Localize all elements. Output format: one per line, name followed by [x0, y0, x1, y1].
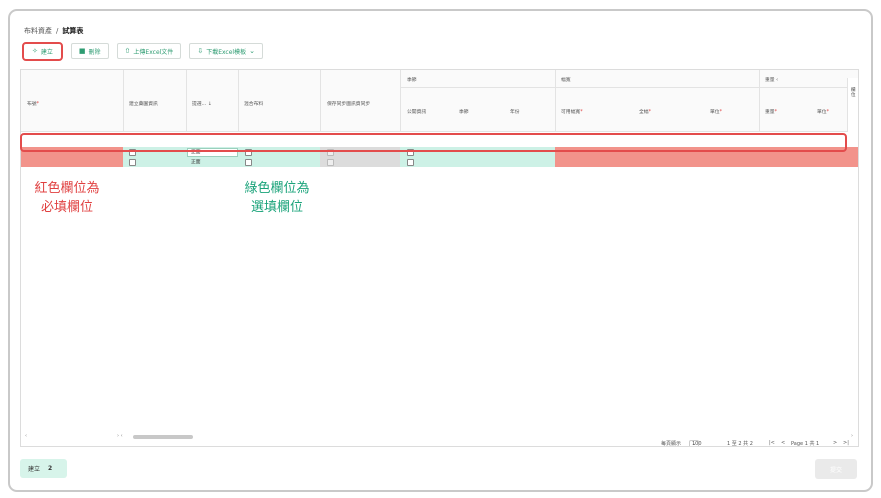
col-full-width[interactable]: 全幅*	[639, 108, 651, 115]
group-season: 季節	[407, 78, 417, 83]
sync-checkbox	[327, 159, 334, 166]
chevron-left-icon: ‹	[776, 78, 779, 83]
trash-icon: ■	[78, 46, 86, 55]
col-build-db[interactable]: 建立藥園資訊	[129, 100, 158, 107]
prev-page-icon[interactable]: <	[781, 440, 785, 446]
col-mixed[interactable]: 混合布料	[244, 100, 263, 107]
toolbar: ✧ 建立 ■ 刪除 ⇧ 上傳Excel文件 ⇩ 下載Excel模板 ⌄	[22, 41, 263, 61]
scroll-handle-icon: › ‹	[117, 433, 123, 439]
per-page-value: 100	[692, 441, 702, 447]
download-button-label: 下載Excel模板	[206, 48, 247, 56]
per-page-select[interactable]: 100 ⌄	[689, 440, 702, 447]
col-usable-width[interactable]: 可用幅寬*	[561, 108, 583, 115]
pagination: 每頁顯示 100 ⌄ 1 至 2 共 2 |< < Page 1 共 1 > >…	[21, 440, 858, 447]
group-weight[interactable]: 重量 ‹	[765, 76, 778, 83]
status-badge: 建立 2	[20, 459, 67, 478]
optional-fields-annotation: 綠色欄位為 選填欄位	[232, 179, 322, 217]
col-full-width-label: 全幅	[639, 110, 649, 115]
required-annotation-text: 紅色欄位為 必填欄位	[34, 181, 100, 215]
col-year[interactable]: 年份	[510, 108, 520, 115]
breadcrumb-current: 試算表	[62, 27, 84, 35]
delete-button[interactable]: ■ 刪除	[70, 43, 109, 59]
build-db-checkbox[interactable]	[129, 159, 136, 166]
last-page-icon[interactable]: >|	[843, 440, 849, 446]
range-text: 1 至 2 共 2	[727, 441, 753, 447]
col-sync[interactable]: 保存同步圖訊資同步	[327, 100, 370, 107]
col-supply[interactable]: 提選... ↓	[192, 100, 212, 107]
breadcrumb-parent[interactable]: 布料資產	[24, 26, 52, 36]
col-usable-width-label: 可用幅寬	[561, 110, 581, 115]
create-button-label: 建立	[40, 48, 53, 56]
mixed-checkbox[interactable]	[245, 159, 252, 166]
scroll-right-icon[interactable]: ›	[851, 433, 853, 439]
required-cell-name[interactable]	[21, 157, 123, 167]
upload-excel-button[interactable]: ⇧ 上傳Excel文件	[116, 43, 182, 59]
first-page-icon[interactable]: |<	[769, 440, 775, 446]
public-checkbox[interactable]	[407, 159, 414, 166]
spreadsheet-grid: 布號* 建立藥園資訊 提選... ↓ 混合布料 保存同步圖訊資同步 季節 公開資…	[20, 69, 859, 447]
download-icon: ⇩	[197, 46, 204, 55]
status-label: 建立	[28, 466, 41, 473]
col-weight-unit-label: 單位	[817, 110, 827, 115]
col-unit-label: 單位	[710, 110, 720, 115]
supply-select[interactable]: 正面	[187, 158, 238, 167]
required-cells-width-weight[interactable]	[555, 157, 858, 167]
chevron-down-icon: ⌄	[249, 46, 255, 55]
scroll-left-icon[interactable]: ‹	[25, 433, 27, 439]
col-weight-unit[interactable]: 單位*	[817, 108, 829, 115]
create-button[interactable]: ✧ 建立	[22, 41, 63, 61]
download-template-button[interactable]: ⇩ 下載Excel模板 ⌄	[189, 43, 263, 59]
row-highlight-box	[20, 133, 847, 152]
columns-panel-label: 欄位	[851, 88, 856, 98]
next-page-icon[interactable]: >	[833, 440, 837, 446]
grid-header: 布號* 建立藥園資訊 提選... ↓ 混合布料 保存同步圖訊資同步 季節 公開資…	[21, 70, 858, 132]
group-weight-label: 重量	[765, 78, 775, 83]
status-count: 2	[48, 465, 53, 472]
sparkle-icon: ✧	[32, 46, 38, 55]
upload-icon: ⇧	[124, 46, 131, 55]
sort-icon: ↓	[207, 102, 212, 107]
columns-side-panel[interactable]: 欄位	[847, 78, 858, 132]
page-indicator: Page 1 共 1	[791, 441, 820, 447]
upload-button-label: 上傳Excel文件	[133, 48, 174, 56]
col-supply-label: 提選...	[192, 102, 207, 107]
breadcrumb-separator: /	[56, 27, 59, 35]
col-season[interactable]: 季節	[459, 108, 469, 115]
per-page-label: 每頁顯示	[661, 441, 682, 447]
breadcrumb: 布料資產 / 試算表	[24, 26, 83, 36]
col-public[interactable]: 公開資訊	[407, 108, 426, 115]
col-name[interactable]: 布號*	[27, 100, 39, 107]
table-row[interactable]: 正面	[21, 157, 858, 167]
delete-button-label: 刪除	[88, 48, 101, 56]
app-window: 布料資產 / 試算表 ✧ 建立 ■ 刪除 ⇧ 上傳Excel文件 ⇩ 下載Exc…	[8, 9, 873, 492]
optional-annotation-text: 綠色欄位為 選填欄位	[244, 181, 310, 215]
col-weight-label: 重量	[765, 110, 775, 115]
submit-button[interactable]: 提交	[815, 459, 857, 479]
group-width: 幅寬	[561, 78, 571, 83]
col-weight[interactable]: 重量*	[765, 108, 777, 115]
col-name-label: 布號	[27, 102, 37, 107]
col-unit[interactable]: 單位*	[710, 108, 722, 115]
scrollbar-thumb[interactable]	[133, 435, 193, 439]
required-fields-annotation: 紅色欄位為 必填欄位	[22, 179, 112, 217]
